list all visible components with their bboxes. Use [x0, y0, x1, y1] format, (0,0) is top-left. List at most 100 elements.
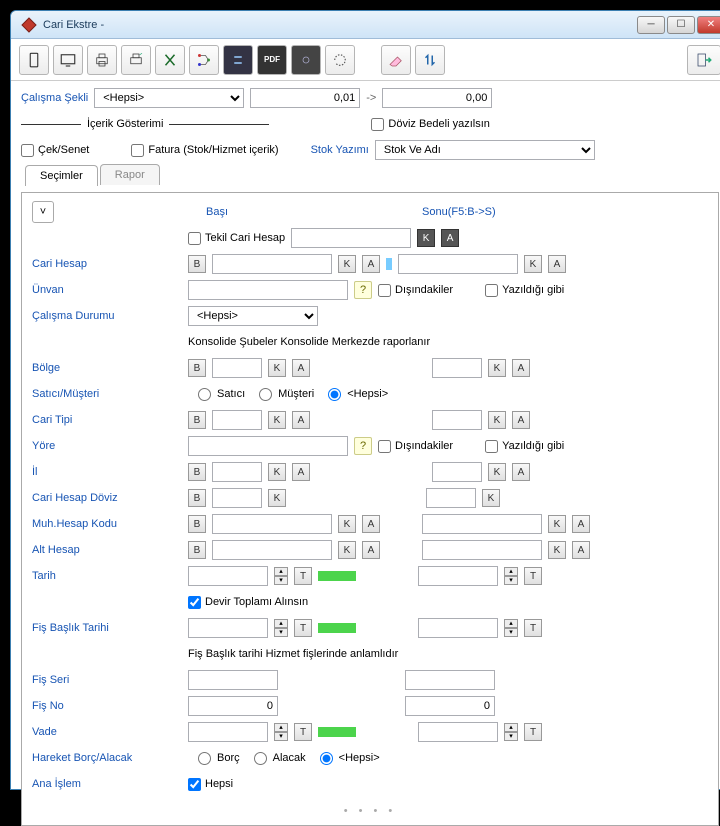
tab-secimler[interactable]: Seçimler	[25, 165, 98, 186]
a-button[interactable]: A	[362, 255, 380, 273]
doviz-bedeli-checkbox[interactable]: Döviz Bedeli yazılsın	[371, 118, 490, 131]
k-button-dark[interactable]: K	[417, 229, 435, 247]
help-icon[interactable]: ?	[354, 437, 372, 455]
t-button[interactable]: T	[294, 619, 312, 637]
k-button[interactable]: K	[524, 255, 542, 273]
a-button[interactable]: A	[362, 515, 380, 533]
t-button[interactable]: T	[524, 619, 542, 637]
fbt-from-input[interactable]	[188, 618, 268, 638]
alt-from-input[interactable]	[212, 540, 332, 560]
b-button[interactable]: B	[188, 489, 206, 507]
calisma-sekli-select[interactable]: <Hepsi>	[94, 88, 244, 108]
t-button[interactable]: T	[524, 723, 542, 741]
yore-input[interactable]	[188, 436, 348, 456]
t-button[interactable]: T	[294, 567, 312, 585]
alt-to-input[interactable]	[422, 540, 542, 560]
b-button[interactable]: B	[188, 541, 206, 559]
fbt-to-input[interactable]	[418, 618, 498, 638]
a-button[interactable]: A	[512, 411, 530, 429]
disindakiler-checkbox2[interactable]: Dışındakiler	[378, 440, 453, 453]
k-button[interactable]: K	[338, 255, 356, 273]
a-button[interactable]: A	[512, 359, 530, 377]
spin-icon[interactable]: ▴▾	[274, 567, 288, 585]
k-button[interactable]: K	[338, 515, 356, 533]
yazildigi-gibi-checkbox[interactable]: Yazıldığı gibi	[485, 284, 564, 297]
yazildigi-gibi-checkbox2[interactable]: Yazıldığı gibi	[485, 440, 564, 453]
bolge-to-input[interactable]	[432, 358, 482, 378]
close-button[interactable]: ✕	[697, 16, 720, 34]
k-button[interactable]: K	[548, 541, 566, 559]
b-button[interactable]: B	[188, 515, 206, 533]
toolbar-refresh-icon[interactable]	[325, 45, 355, 75]
fis-no-from-input[interactable]	[188, 696, 278, 716]
k-button[interactable]: K	[488, 463, 506, 481]
devir-toplami-checkbox[interactable]: Devir Toplamı Alınsın	[188, 596, 308, 609]
toolbar-portrait-icon[interactable]	[19, 45, 49, 75]
cari-tipi-to-input[interactable]	[432, 410, 482, 430]
t-button[interactable]: T	[524, 567, 542, 585]
toolbar-updown-icon[interactable]	[415, 45, 445, 75]
bolge-from-input[interactable]	[212, 358, 262, 378]
vade-from-input[interactable]	[188, 722, 268, 742]
cari-hesap-from-input[interactable]	[212, 254, 332, 274]
tarih-to-input[interactable]	[418, 566, 498, 586]
a-button[interactable]: A	[362, 541, 380, 559]
toolbar-tree-icon[interactable]	[189, 45, 219, 75]
a-button[interactable]: A	[572, 541, 590, 559]
toolbar-eraser-icon[interactable]	[381, 45, 411, 75]
tekil-cari-checkbox[interactable]: Tekil Cari Hesap	[188, 232, 285, 245]
chd-from-input[interactable]	[212, 488, 262, 508]
a-button[interactable]: A	[292, 359, 310, 377]
help-icon[interactable]: ?	[354, 281, 372, 299]
k-button[interactable]: K	[488, 411, 506, 429]
k-button[interactable]: K	[548, 515, 566, 533]
minimize-button[interactable]: ─	[637, 16, 665, 34]
fis-seri-to-input[interactable]	[405, 670, 495, 690]
a-button[interactable]: A	[512, 463, 530, 481]
a-button[interactable]: A	[548, 255, 566, 273]
chd-to-input[interactable]	[426, 488, 476, 508]
collapse-button[interactable]: ˅	[32, 201, 54, 223]
muh-to-input[interactable]	[422, 514, 542, 534]
toolbar-printer-icon[interactable]	[87, 45, 117, 75]
range-from-input[interactable]	[250, 88, 360, 108]
spin-icon[interactable]: ▴▾	[504, 619, 518, 637]
toolbar-monitor-icon[interactable]	[53, 45, 83, 75]
a-button[interactable]: A	[292, 411, 310, 429]
radio-hepsi[interactable]	[328, 388, 341, 401]
a-button[interactable]: A	[572, 515, 590, 533]
radio-borc[interactable]	[198, 752, 211, 765]
calisma-durumu-select[interactable]: <Hepsi>	[188, 306, 318, 326]
radio-alacak[interactable]	[254, 752, 267, 765]
t-button[interactable]: T	[294, 723, 312, 741]
spin-icon[interactable]: ▴▾	[504, 723, 518, 741]
k-button[interactable]: K	[488, 359, 506, 377]
k-button[interactable]: K	[268, 463, 286, 481]
cari-hesap-to-input[interactable]	[398, 254, 518, 274]
toolbar-pdf-icon[interactable]: PDF	[257, 45, 287, 75]
toolbar-link-icon[interactable]	[291, 45, 321, 75]
b-button[interactable]: B	[188, 463, 206, 481]
fatura-checkbox[interactable]: Fatura (Stok/Hizmet içerik)	[131, 144, 278, 157]
maximize-button[interactable]: ☐	[667, 16, 695, 34]
disindakiler-checkbox[interactable]: Dışındakiler	[378, 284, 453, 297]
b-button[interactable]: B	[188, 359, 206, 377]
k-button[interactable]: K	[268, 411, 286, 429]
il-from-input[interactable]	[212, 462, 262, 482]
toolbar-excel-icon[interactable]	[155, 45, 185, 75]
unvan-input[interactable]	[188, 280, 348, 300]
tekil-input[interactable]	[291, 228, 411, 248]
cek-senet-checkbox[interactable]: Çek/Senet	[21, 144, 89, 157]
k-button[interactable]: K	[268, 359, 286, 377]
cari-tipi-from-input[interactable]	[212, 410, 262, 430]
fis-seri-from-input[interactable]	[188, 670, 278, 690]
muh-from-input[interactable]	[212, 514, 332, 534]
il-to-input[interactable]	[432, 462, 482, 482]
toolbar-printer2-icon[interactable]	[121, 45, 151, 75]
b-button[interactable]: B	[188, 255, 206, 273]
radio-musteri[interactable]	[259, 388, 272, 401]
a-button[interactable]: A	[292, 463, 310, 481]
a-button-dark[interactable]: A	[441, 229, 459, 247]
vade-to-input[interactable]	[418, 722, 498, 742]
b-button[interactable]: B	[188, 411, 206, 429]
